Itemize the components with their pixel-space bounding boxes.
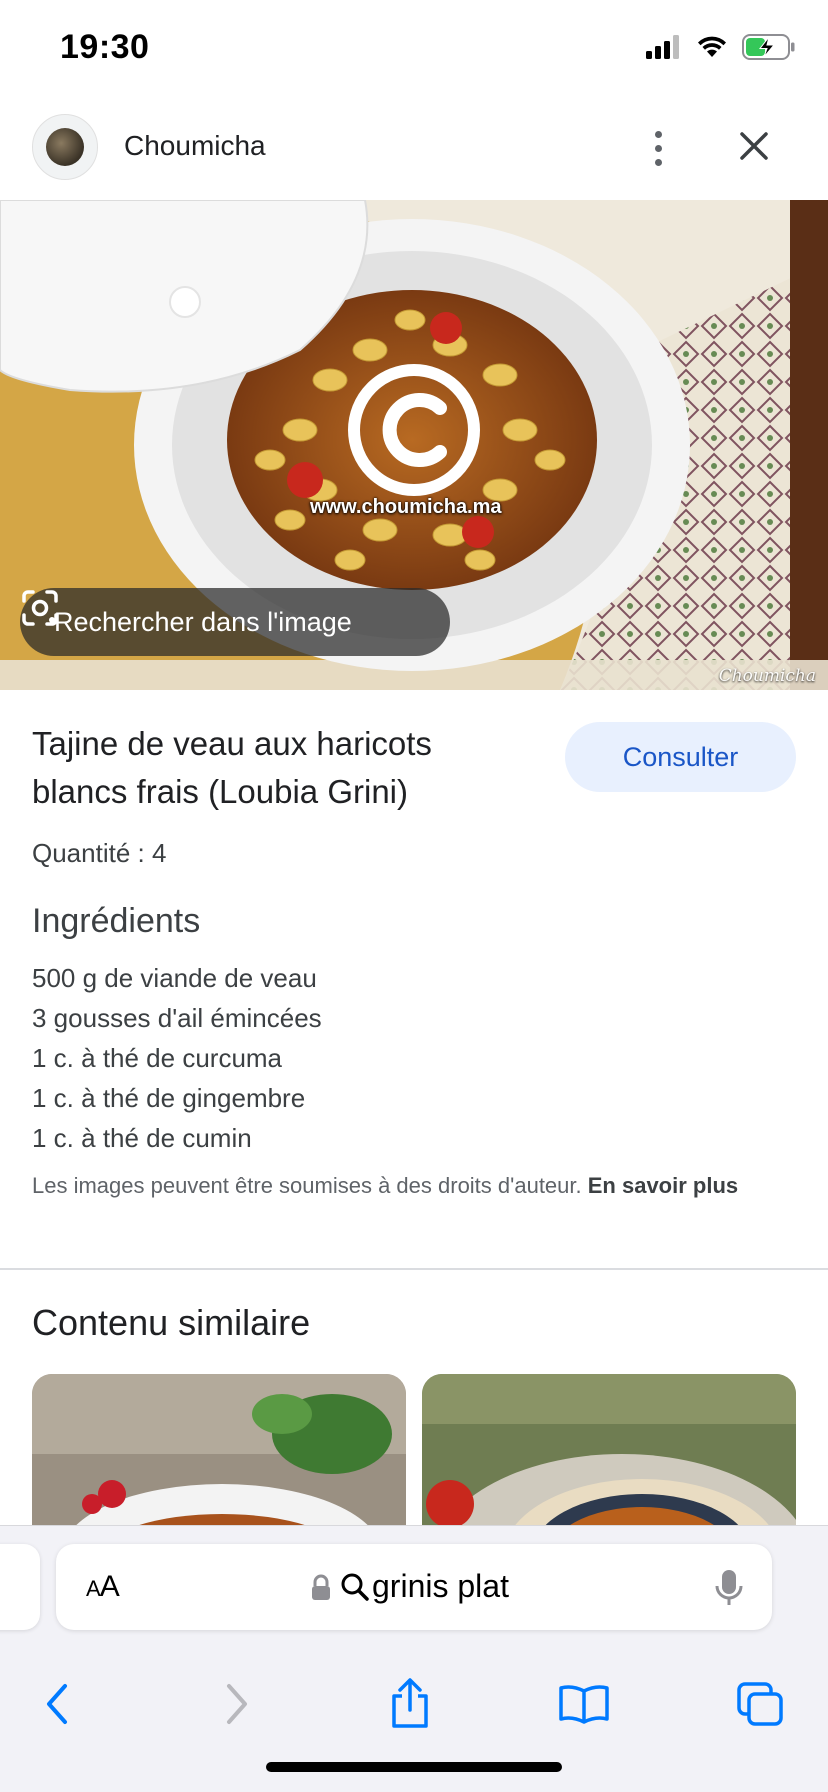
- previous-tab-preview[interactable]: [0, 1544, 40, 1630]
- bookmarks-button[interactable]: [554, 1674, 614, 1734]
- site-name[interactable]: Choumicha: [124, 130, 266, 162]
- browser-bottom-bar: AA grinis plat: [0, 1525, 828, 1792]
- ingredient-item: 3 gousses d'ail émincées: [32, 1003, 322, 1033]
- ingredient-item: 500 g de viande de veau: [32, 963, 317, 993]
- status-bar: 19:30: [0, 0, 828, 100]
- search-in-image-button[interactable]: Rechercher dans l'image: [20, 588, 450, 656]
- cellular-signal-icon: [646, 35, 679, 59]
- browser-toolbar: [0, 1654, 828, 1754]
- forward-button[interactable]: [206, 1674, 266, 1734]
- share-button[interactable]: [380, 1674, 440, 1734]
- address-bar[interactable]: AA grinis plat: [56, 1544, 772, 1630]
- page-settings-button[interactable]: AA: [86, 1570, 120, 1604]
- consult-button[interactable]: Consulter: [565, 722, 796, 792]
- more-options-button[interactable]: [640, 120, 676, 176]
- copyright-text: Les images peuvent être soumises à des d…: [32, 1173, 582, 1198]
- home-indicator[interactable]: [266, 1762, 562, 1772]
- status-time: 19:30: [60, 28, 150, 66]
- aa-small-glyph: A: [86, 1576, 101, 1601]
- tabs-button[interactable]: [730, 1674, 790, 1734]
- recipe-image[interactable]: www.choumicha.ma Rechercher dans l'image…: [0, 200, 828, 690]
- site-avatar[interactable]: [32, 114, 98, 180]
- watermark-url: www.choumicha.ma: [310, 496, 502, 518]
- learn-more-link[interactable]: En savoir plus: [588, 1173, 738, 1198]
- share-icon: [392, 1678, 428, 1728]
- close-button[interactable]: [732, 124, 776, 168]
- dot-icon: [654, 158, 662, 166]
- copyright-notice: Les images peuvent être soumises à des d…: [32, 1170, 772, 1202]
- lens-camera-icon: [22, 590, 58, 626]
- recipe-title: Tajine de veau aux haricots blancs frais…: [32, 725, 432, 810]
- search-icon: [341, 1573, 369, 1601]
- section-divider: [0, 1268, 828, 1270]
- aa-large-glyph: A: [99, 1570, 120, 1603]
- battery-charging-icon: [742, 34, 795, 60]
- tabs-icon: [737, 1682, 783, 1726]
- dot-icon: [654, 130, 662, 138]
- chevron-right-icon: [227, 1684, 247, 1724]
- back-button[interactable]: [28, 1674, 88, 1734]
- result-header: Choumicha: [0, 100, 828, 200]
- site-logo-icon: [46, 128, 84, 166]
- chevron-left-icon: [47, 1684, 67, 1724]
- ingredient-item: 1 c. à thé de cumin: [32, 1123, 252, 1153]
- address-text: grinis plat: [372, 1568, 509, 1604]
- lock-icon: [312, 1574, 330, 1600]
- search-in-image-label: Rechercher dans l'image: [54, 606, 352, 637]
- similar-content-heading: Contenu similaire: [32, 1302, 311, 1343]
- recipe-quantity: Quantité : 4: [32, 838, 167, 868]
- microphone-icon[interactable]: [714, 1568, 744, 1608]
- ingredient-list: 500 g de viande de veau 3 gousses d'ail …: [32, 958, 322, 1158]
- dot-icon: [654, 144, 662, 152]
- wifi-icon: [698, 36, 726, 57]
- book-icon: [559, 1685, 609, 1724]
- ingredient-item: 1 c. à thé de curcuma: [32, 1043, 283, 1073]
- ingredient-item: 1 c. à thé de gingembre: [32, 1083, 306, 1113]
- ingredients-heading: Ingrédients: [32, 902, 201, 940]
- status-icons: [646, 34, 796, 60]
- brand-watermark: Choumicha: [718, 666, 816, 686]
